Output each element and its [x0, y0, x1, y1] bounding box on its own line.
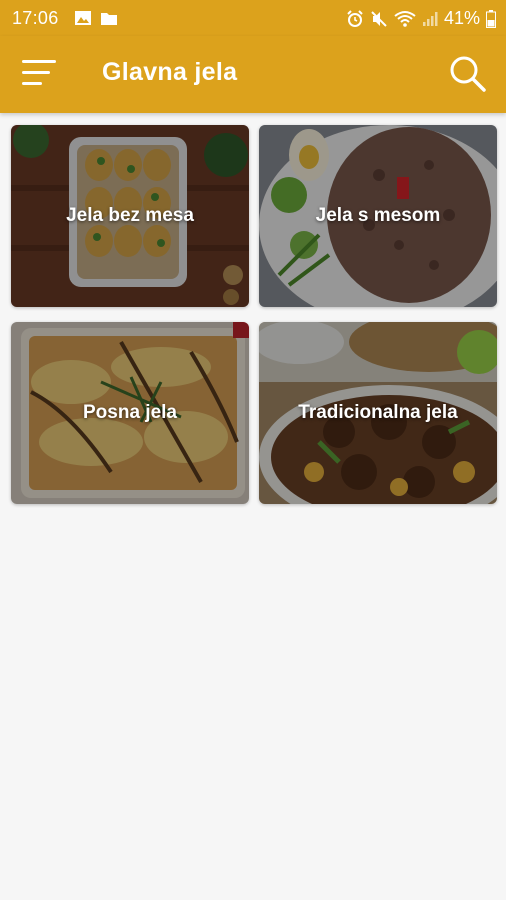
search-button[interactable]	[448, 54, 488, 94]
category-label: Jela bez mesa	[66, 205, 194, 226]
menu-button[interactable]	[20, 58, 60, 88]
signal-icon	[422, 11, 438, 26]
search-icon	[450, 56, 486, 92]
folder-icon	[101, 13, 117, 25]
category-card-jela-s-mesom[interactable]: Jela s mesom	[259, 125, 497, 307]
image-icon	[75, 11, 91, 25]
category-label: Jela s mesom	[315, 205, 441, 226]
category-label: Tradicionalna jela	[298, 402, 458, 423]
category-card-posna-jela[interactable]: Posna jela	[11, 322, 249, 504]
category-label: Posna jela	[83, 402, 177, 423]
mute-icon	[371, 10, 387, 27]
category-card-jela-bez-mesa[interactable]: Jela bez mesa	[11, 125, 249, 307]
wifi-icon	[394, 10, 416, 27]
status-time: 17:06	[12, 8, 59, 28]
battery-icon	[486, 9, 496, 28]
page-title: Glavna jela	[102, 58, 238, 86]
menu-icon	[22, 60, 56, 85]
alarm-icon	[347, 9, 363, 27]
category-card-tradicionalna-jela[interactable]: Tradicionalna jela	[259, 322, 497, 504]
app-bar: Glavna jela	[0, 36, 506, 113]
battery-percent: 41%	[443, 8, 480, 28]
status-bar: 17:06 41%	[0, 0, 506, 36]
